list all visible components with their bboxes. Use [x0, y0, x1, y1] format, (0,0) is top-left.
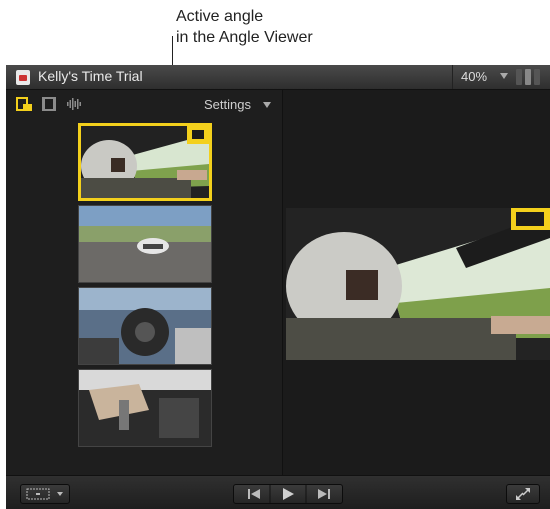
angle-3-image	[79, 288, 211, 364]
angle-4-image	[79, 370, 211, 446]
clip-icon[interactable]	[16, 97, 32, 111]
title-bar: Kelly's Time Trial 40%	[6, 65, 550, 90]
zoom-popup[interactable]: 40%	[452, 65, 521, 89]
window-title: Kelly's Time Trial	[38, 68, 143, 84]
chevron-down-icon[interactable]	[263, 102, 271, 108]
callout: Active angle in the Angle Viewer	[176, 6, 313, 48]
previous-icon[interactable]	[248, 489, 260, 499]
angle-viewer: Settings	[6, 90, 283, 497]
angle-3[interactable]	[78, 287, 212, 365]
transform-button[interactable]	[20, 484, 70, 504]
view-options-button[interactable]	[516, 69, 546, 85]
bottom-toolbar	[6, 475, 550, 509]
playback-icons	[248, 485, 330, 503]
angle-1[interactable]	[78, 123, 212, 201]
angle-4[interactable]	[78, 369, 212, 447]
callout-line-1: Active angle	[176, 8, 264, 25]
callout-line-2: in the Angle Viewer	[176, 29, 313, 46]
waveform-icon[interactable]	[66, 97, 82, 111]
zoom-value: 40%	[461, 69, 488, 84]
transform-icon	[26, 488, 63, 500]
fullscreen-button[interactable]	[506, 484, 540, 504]
viewer-image	[286, 208, 550, 360]
project-icon	[16, 70, 30, 85]
active-angle-badge	[187, 126, 209, 144]
angle-2-image	[79, 206, 211, 282]
settings-menu[interactable]: Settings	[204, 97, 251, 112]
main-viewer	[283, 90, 550, 475]
next-icon[interactable]	[318, 489, 330, 499]
fullscreen-icon	[516, 488, 530, 500]
playback-controls	[233, 484, 343, 504]
angle-2[interactable]	[78, 205, 212, 283]
viewer-frame	[286, 208, 550, 360]
chevron-down-icon[interactable]	[500, 73, 508, 79]
viewer-window: Kelly's Time Trial 40% Settings	[6, 65, 550, 509]
filmstrip-icon[interactable]	[41, 97, 57, 111]
play-icon[interactable]	[283, 488, 294, 500]
